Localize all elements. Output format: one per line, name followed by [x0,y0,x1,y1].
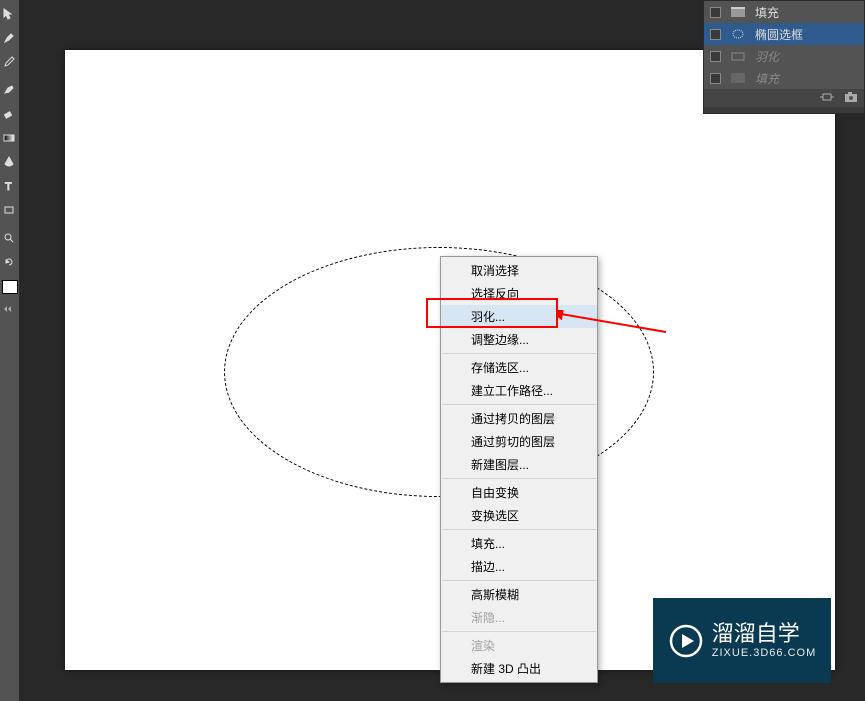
menu-select-inverse[interactable]: 选择反向 [441,282,597,305]
menu-divider [442,478,596,479]
watermark-badge: 溜溜自学 ZIXUE.3D66.COM [653,598,831,683]
history-item-feather[interactable]: 羽化 [704,45,864,67]
history-toggle[interactable] [710,7,721,18]
history-toggle[interactable] [710,51,721,62]
menu-divider [442,353,596,354]
move-tool[interactable] [0,2,18,26]
menu-deselect[interactable]: 取消选择 [441,259,597,282]
svg-text:T: T [5,181,12,192]
history-label: 椭圆选框 [755,26,803,43]
type-tool[interactable]: T [0,174,18,198]
menu-transform-selection[interactable]: 变换选区 [441,504,597,527]
panel-footer [704,89,864,107]
zoom-tool[interactable] [0,226,18,250]
history-item-fill[interactable]: 填充 [704,1,864,23]
collapse-toolbar[interactable] [3,306,17,316]
menu-layer-via-copy[interactable]: 通过拷贝的图层 [441,407,597,430]
ellipse-icon [731,28,745,40]
history-label: 填充 [755,70,779,87]
foreground-color[interactable] [2,280,18,294]
history-brush-tool[interactable] [0,78,18,102]
menu-feather[interactable]: 羽化... [441,305,597,328]
menu-stroke[interactable]: 描边... [441,555,597,578]
context-menu: 取消选择 选择反向 羽化... 调整边缘... 存储选区... 建立工作路径..… [440,256,598,683]
fill-icon [731,72,745,84]
fill-icon [731,6,745,18]
menu-divider [442,631,596,632]
menu-save-selection[interactable]: 存储选区... [441,356,597,379]
history-toggle[interactable] [710,73,721,84]
folder-icon [731,50,745,62]
camera-icon[interactable] [844,91,858,106]
menu-make-work-path[interactable]: 建立工作路径... [441,379,597,402]
menu-divider [442,404,596,405]
menu-layer-via-cut[interactable]: 通过剪切的图层 [441,430,597,453]
menu-fill[interactable]: 填充... [441,532,597,555]
menu-free-transform[interactable]: 自由变换 [441,481,597,504]
menu-render: 渲染 [441,634,597,657]
history-item-ellipse[interactable]: 椭圆选框 [704,23,864,45]
eraser-tool[interactable] [0,102,18,126]
history-label: 羽化 [755,48,779,65]
panel-handle[interactable] [704,107,864,113]
watermark-title: 溜溜自学 [712,621,816,647]
history-toggle[interactable] [710,29,721,40]
history-item-fill2[interactable]: 填充 [704,67,864,89]
pencil-tool[interactable] [0,50,18,74]
rotate-view-tool[interactable] [0,250,18,274]
gradient-tool[interactable] [0,126,18,150]
menu-fade: 渐隐... [441,606,597,629]
menu-divider [442,529,596,530]
menu-refine-edge[interactable]: 调整边缘... [441,328,597,351]
sharpen-tool[interactable] [0,150,18,174]
brush-tool[interactable] [0,26,18,50]
play-logo-icon [668,623,704,659]
rectangle-tool[interactable] [0,198,18,222]
menu-gaussian-blur[interactable]: 高斯模糊 [441,583,597,606]
menu-new-layer[interactable]: 新建图层... [441,453,597,476]
menu-divider [442,580,596,581]
new-snapshot-icon[interactable] [820,91,834,106]
watermark-subtitle: ZIXUE.3D66.COM [712,647,816,660]
menu-new-3d-extrusion[interactable]: 新建 3D 凸出 [441,657,597,680]
history-label: 填充 [755,4,779,21]
history-panel: 填充 椭圆选框 羽化 填充 [703,0,865,114]
tool-palette: T [0,0,20,701]
